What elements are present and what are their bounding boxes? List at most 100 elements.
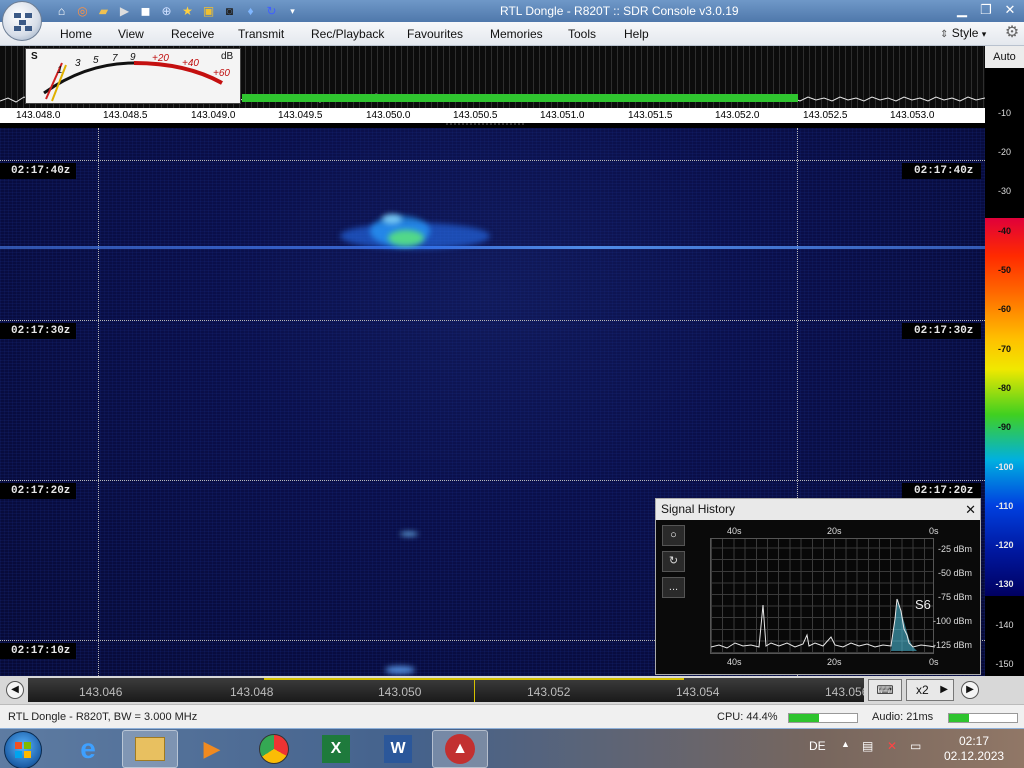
start-button[interactable] [4, 731, 42, 768]
s-tick: 7 [112, 53, 118, 64]
show-hidden-icons-icon[interactable]: ▲ [841, 739, 850, 749]
camera-icon[interactable]: ◙ [220, 3, 239, 19]
menu-view[interactable]: View [118, 27, 144, 41]
action-center-icon[interactable]: ▭ [910, 739, 921, 753]
menu-home[interactable]: Home [60, 27, 92, 41]
system-clock[interactable]: 02:17 02.12.2023 [944, 734, 1004, 764]
star-icon[interactable]: ★ [178, 3, 197, 19]
s-tick: 3 [75, 58, 81, 69]
home-icon[interactable]: ⌂ [52, 3, 71, 19]
audio-status: Audio: 21ms [872, 711, 934, 723]
menu-tools[interactable]: Tools [568, 27, 596, 41]
play-icon[interactable]: ▶ [115, 3, 134, 19]
clock-date: 02.12.2023 [944, 749, 1005, 763]
zoom-dropdown[interactable]: x2 ▶ [906, 679, 954, 701]
signal-blob [385, 666, 415, 674]
freq-label: 143.048 [230, 685, 274, 699]
ribbon-menu: Home View Receive Transmit Rec/Playback … [0, 22, 1024, 46]
scroll-right-button[interactable]: ▶ [961, 681, 979, 699]
media-player-icon[interactable]: ▶ [184, 730, 240, 768]
time-label: 20s [827, 526, 842, 536]
network-icon[interactable]: ▤ [862, 739, 873, 753]
signal-blob [388, 230, 424, 246]
timestamp-right: 02:17:20z [902, 483, 982, 499]
filter-handle[interactable] [446, 123, 524, 125]
freq-label: 143.056 [825, 685, 864, 699]
record-button[interactable]: ○ [662, 525, 685, 546]
s-tick: 1 [57, 65, 63, 76]
db-label: -90 [997, 422, 1011, 432]
menu-receive[interactable]: Receive [171, 27, 214, 41]
menu-favourites[interactable]: Favourites [407, 27, 463, 41]
signal-history-panel: Signal History ✕ ○ ↻ ... 40s 20s 0s -25 … [655, 498, 981, 675]
db-label: -50 [997, 265, 1011, 275]
gear-icon[interactable]: ⚙ [1003, 24, 1021, 42]
folder-icon[interactable]: ▰ [94, 3, 113, 19]
speaker-muted-icon[interactable]: ✕ [887, 739, 897, 753]
carrier-trace [0, 246, 985, 249]
language-indicator[interactable]: DE [809, 739, 826, 753]
menu-memories[interactable]: Memories [490, 27, 543, 41]
menu-help[interactable]: Help [624, 27, 649, 41]
freq-label: 143.054 [676, 685, 720, 699]
db-label: -60 [997, 304, 1011, 314]
freq-label: 143.050 [378, 685, 422, 699]
word-icon[interactable]: W [370, 730, 426, 768]
cpu-status: CPU: 44.4% [717, 711, 778, 723]
signal-blob [400, 532, 418, 536]
dropdown-icon[interactable]: ▾ [283, 3, 302, 19]
keyboard-button[interactable]: ⌨ [868, 679, 902, 701]
s-unit-label: S [31, 51, 38, 62]
frequency-scroller: ◀ 143.046 143.048 143.050 143.052 143.05… [0, 676, 1024, 704]
rewind-icon: ◀ [11, 684, 19, 695]
color-scale[interactable]: -40 -50 -60 -70 -80 -90 -100 -110 -120 -… [985, 218, 1024, 596]
drop-icon[interactable]: ♦ [241, 3, 260, 19]
s-meter: S dB 1 3 5 7 9 +20 +40 +60 [25, 48, 241, 104]
freq-label: 143.052 [527, 685, 571, 699]
chevron-down-icon: ▾ [981, 29, 987, 39]
stop-icon[interactable]: ◼ [136, 3, 155, 19]
explorer-icon[interactable] [122, 730, 178, 768]
ie-icon[interactable]: e [60, 730, 116, 768]
timestamp-left: 02:17:20z [0, 483, 77, 499]
chrome-icon[interactable] [246, 730, 302, 768]
auto-scale-button[interactable]: Auto [985, 46, 1024, 68]
cpu-meter [788, 713, 858, 723]
add-icon[interactable]: ⊕ [157, 3, 176, 19]
scroll-left-button[interactable]: ◀ [6, 681, 24, 699]
freq-label: 143.050.0 [366, 110, 411, 121]
close-icon[interactable]: ✕ [965, 499, 976, 520]
lock-icon[interactable]: ▣ [199, 3, 218, 19]
status-bar: RTL Dongle - R820T, BW = 3.000 MHz CPU: … [0, 704, 1024, 728]
menu-transmit[interactable]: Transmit [238, 27, 284, 41]
close-icon[interactable]: ✕ [998, 0, 1022, 20]
s-unit-reading: S6 [915, 597, 931, 612]
freq-label: 143.049.5 [278, 110, 323, 121]
timestamp-right: 02:17:30z [902, 323, 982, 339]
restore-icon[interactable]: ❐ [974, 0, 998, 20]
tuning-cursor[interactable] [474, 678, 475, 702]
minimize-icon[interactable]: ▁ [950, 0, 974, 20]
clock-time: 02:17 [958, 734, 990, 748]
device-status: RTL Dongle - R820T, BW = 3.000 MHz [8, 711, 198, 723]
application-menu-button[interactable] [2, 1, 42, 41]
style-dropdown[interactable]: ⇕ Style ▾ [940, 26, 986, 40]
reset-button[interactable]: ↻ [662, 551, 685, 572]
keyboard-icon: ⌨ [876, 683, 894, 697]
grid-line [0, 320, 985, 321]
frequency-track[interactable]: 143.046 143.048 143.050 143.052 143.054 … [28, 678, 864, 702]
db-label: -40 [997, 226, 1011, 236]
freq-label: 143.048.5 [103, 110, 148, 121]
refresh-icon[interactable]: ↻ [262, 3, 281, 19]
db-scale: Auto -10 -20 -30 -40 -50 -60 -70 -80 -90… [985, 46, 1024, 676]
lifebuoy-icon[interactable]: ◎ [73, 3, 92, 19]
db-label: -30 [997, 186, 1011, 196]
more-button[interactable]: ... [662, 577, 685, 598]
excel-icon[interactable]: X [308, 730, 364, 768]
db-label: -120 [995, 540, 1014, 550]
db-tick: +20 [152, 53, 169, 64]
menu-rec-playback[interactable]: Rec/Playback [311, 27, 384, 41]
sdr-console-icon[interactable]: ▲ [432, 730, 488, 768]
timestamp-left: 02:17:10z [0, 643, 77, 659]
zoom-value: x2 [916, 683, 929, 697]
